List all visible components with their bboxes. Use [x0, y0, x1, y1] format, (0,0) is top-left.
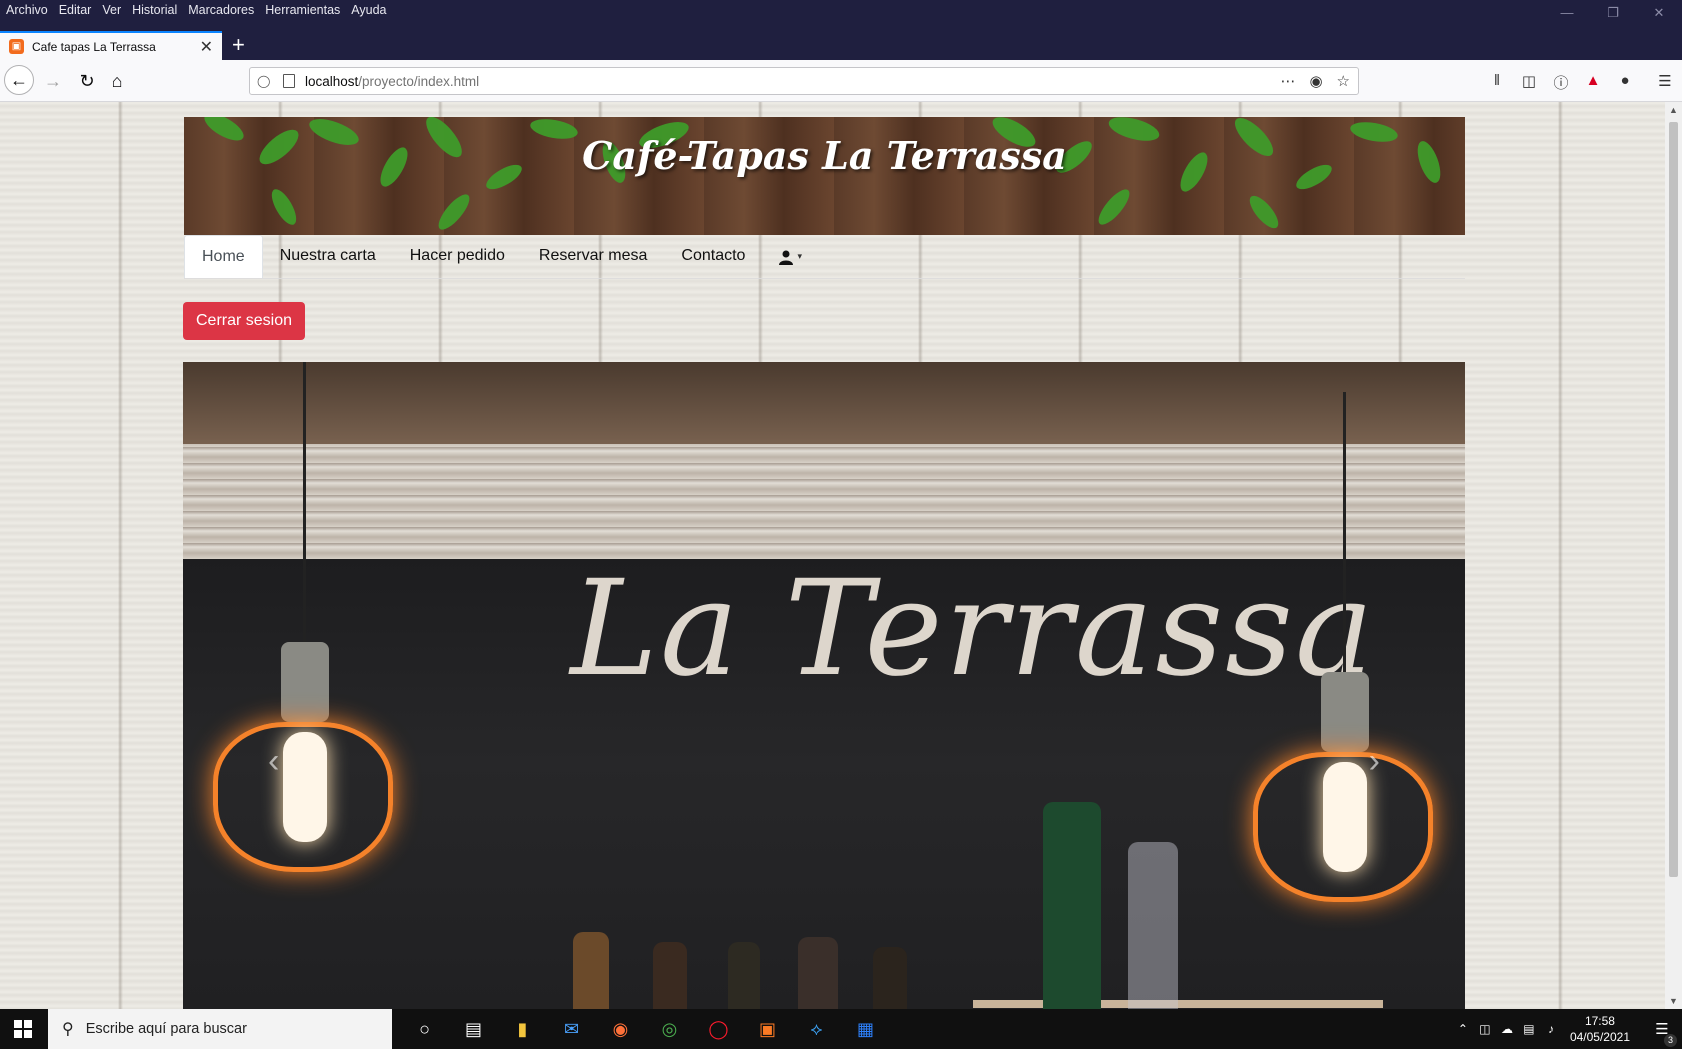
hamburger-menu-icon[interactable]: ☰	[1656, 72, 1674, 93]
nav-toolbar: ← → ↻ ⌂ ◯ localhost/proyecto/index.html …	[0, 60, 1682, 102]
back-icon[interactable]: ←	[4, 65, 34, 95]
info-icon[interactable]: ⓘ	[1552, 72, 1570, 93]
search-icon: ⚲	[62, 1021, 74, 1038]
nav-nuestra-carta[interactable]: Nuestra carta	[263, 235, 393, 277]
close-tab-icon[interactable]: ✕	[200, 37, 213, 57]
restore-icon[interactable]: ❐	[1590, 0, 1636, 25]
shield-icon[interactable]: ◯	[257, 74, 271, 88]
more-actions-icon[interactable]: ⋯	[1280, 72, 1295, 90]
chrome-icon[interactable]: ◎	[645, 1009, 694, 1049]
extension-shield-icon[interactable]: ▲	[1584, 72, 1602, 93]
bottle-small-4	[798, 937, 838, 1009]
hero-wall	[183, 362, 1465, 444]
menu-marcadores[interactable]: Marcadores	[188, 3, 254, 17]
mail-icon[interactable]: ✉	[547, 1009, 596, 1049]
url-host: localhost	[305, 73, 359, 89]
nav-reservar-mesa[interactable]: Reservar mesa	[522, 235, 664, 277]
system-tray: ⌃ ◫ ☁ ▤ ♪ 17:58 04/05/2021 ☰ 3	[1452, 1009, 1682, 1049]
menu-ayuda[interactable]: Ayuda	[351, 3, 386, 17]
scroll-thumb[interactable]	[1669, 122, 1678, 877]
scroll-up-icon[interactable]: ▲	[1669, 105, 1678, 115]
logout-button[interactable]: Cerrar sesion	[183, 302, 306, 340]
library-icon[interactable]: ‖	[1488, 72, 1506, 93]
firefox-icon[interactable]: ◉	[596, 1009, 645, 1049]
taskbar: ⚲ Escribe aquí para buscar ○ ▤ ▮ ✉ ◉ ◎ ◯…	[0, 1009, 1682, 1049]
main-nav: Home Nuestra carta Hacer pedido Reservar…	[184, 235, 1465, 279]
close-window-icon[interactable]: ✕	[1636, 0, 1682, 25]
menu-herramientas[interactable]: Herramientas	[265, 3, 340, 17]
sidebar-icon[interactable]: ◫	[1520, 72, 1538, 93]
carousel-next-icon[interactable]: ›	[1369, 742, 1380, 781]
windows-start-icon[interactable]	[14, 1020, 32, 1038]
address-bar[interactable]: ◯ localhost/proyecto/index.html ⋯ ◉ ☆	[249, 67, 1359, 95]
notifications-icon[interactable]: ☰ 3	[1642, 1020, 1682, 1047]
cortana-icon[interactable]: ○	[400, 1009, 449, 1049]
bookmark-star-icon[interactable]: ☆	[1337, 72, 1350, 90]
taskbar-search[interactable]: ⚲ Escribe aquí para buscar	[48, 1009, 392, 1049]
tray-network-icon[interactable]: ▤	[1518, 1022, 1540, 1036]
bottle-small-1	[573, 932, 609, 1009]
site-title: Café-Tapas La Terrassa	[582, 133, 1067, 178]
tray-onedrive-icon[interactable]: ☁	[1496, 1022, 1518, 1036]
clock-date: 04/05/2021	[1569, 1030, 1630, 1044]
lamp-left	[203, 362, 403, 882]
menu-ver[interactable]: Ver	[102, 3, 121, 17]
hero-carousel: La Terrassa ‹ ›	[183, 362, 1465, 1009]
vscode-icon[interactable]: ⟡	[792, 1009, 841, 1049]
tray-device-icon[interactable]: ◫	[1474, 1022, 1496, 1036]
tray-volume-icon[interactable]: ♪	[1540, 1022, 1562, 1036]
bottle-small-5	[873, 947, 907, 1009]
page-viewport: Café-Tapas La Terrassa Home Nuestra cart…	[0, 102, 1665, 1009]
minimize-icon[interactable]: —	[1544, 0, 1590, 25]
menu-bar: Archivo Editar Ver Historial Marcadores …	[6, 3, 398, 17]
extension-icon[interactable]: ●	[1616, 72, 1634, 93]
nav-contacto[interactable]: Contacto	[664, 235, 762, 277]
nav-home[interactable]: Home	[184, 235, 263, 278]
forward-icon[interactable]: →	[38, 66, 68, 96]
tray-chevron-icon[interactable]: ⌃	[1452, 1022, 1474, 1036]
site-banner: Café-Tapas La Terrassa	[184, 117, 1465, 235]
bottle-clear	[1128, 842, 1178, 1009]
caret-down-icon: ▾	[797, 251, 802, 261]
opera-icon[interactable]: ◯	[694, 1009, 743, 1049]
user-menu[interactable]: ▾	[762, 235, 802, 278]
favicon-icon: ▣	[9, 39, 24, 54]
nav-hacer-pedido[interactable]: Hacer pedido	[393, 235, 522, 277]
carousel-prev-icon[interactable]: ‹	[268, 742, 279, 781]
hero-planks	[183, 444, 1465, 559]
reload-icon[interactable]: ↻	[72, 66, 102, 96]
scroll-down-icon[interactable]: ▼	[1669, 996, 1678, 1006]
url-path: /proyecto/index.html	[358, 73, 480, 89]
menu-editar[interactable]: Editar	[59, 3, 92, 17]
user-icon	[779, 250, 794, 265]
menu-archivo[interactable]: Archivo	[6, 3, 48, 17]
clock-time: 17:58	[1584, 1014, 1615, 1028]
home-icon[interactable]: ⌂	[102, 66, 132, 96]
file-explorer-icon[interactable]: ▮	[498, 1009, 547, 1049]
bottle-small-2	[653, 942, 687, 1009]
pocket-icon[interactable]: ◉	[1309, 72, 1322, 90]
browser-tab[interactable]: ▣ Cafe tapas La Terrassa ✕	[0, 31, 222, 60]
clock[interactable]: 17:58 04/05/2021	[1570, 1013, 1630, 1045]
bottle-small-3	[728, 942, 760, 1009]
notification-count: 3	[1664, 1034, 1677, 1047]
page-icon	[283, 74, 295, 88]
page-scrollbar[interactable]: ▲ ▼	[1665, 102, 1682, 1009]
menu-historial[interactable]: Historial	[132, 3, 177, 17]
task-view-icon[interactable]: ▤	[449, 1009, 498, 1049]
taskbar-search-placeholder: Escribe aquí para buscar	[85, 1021, 247, 1037]
title-bar: Archivo Editar Ver Historial Marcadores …	[0, 0, 1682, 25]
new-tab-icon[interactable]: +	[232, 31, 245, 59]
xampp-icon[interactable]: ▣	[743, 1009, 792, 1049]
writer-icon[interactable]: ▦	[841, 1009, 890, 1049]
bottle-green	[1043, 802, 1101, 1009]
tab-title: Cafe tapas La Terrassa	[32, 39, 156, 54]
lamp-right	[1243, 392, 1443, 912]
shelf	[973, 1000, 1383, 1008]
tab-strip: ▣ Cafe tapas La Terrassa ✕ +	[0, 25, 1682, 60]
